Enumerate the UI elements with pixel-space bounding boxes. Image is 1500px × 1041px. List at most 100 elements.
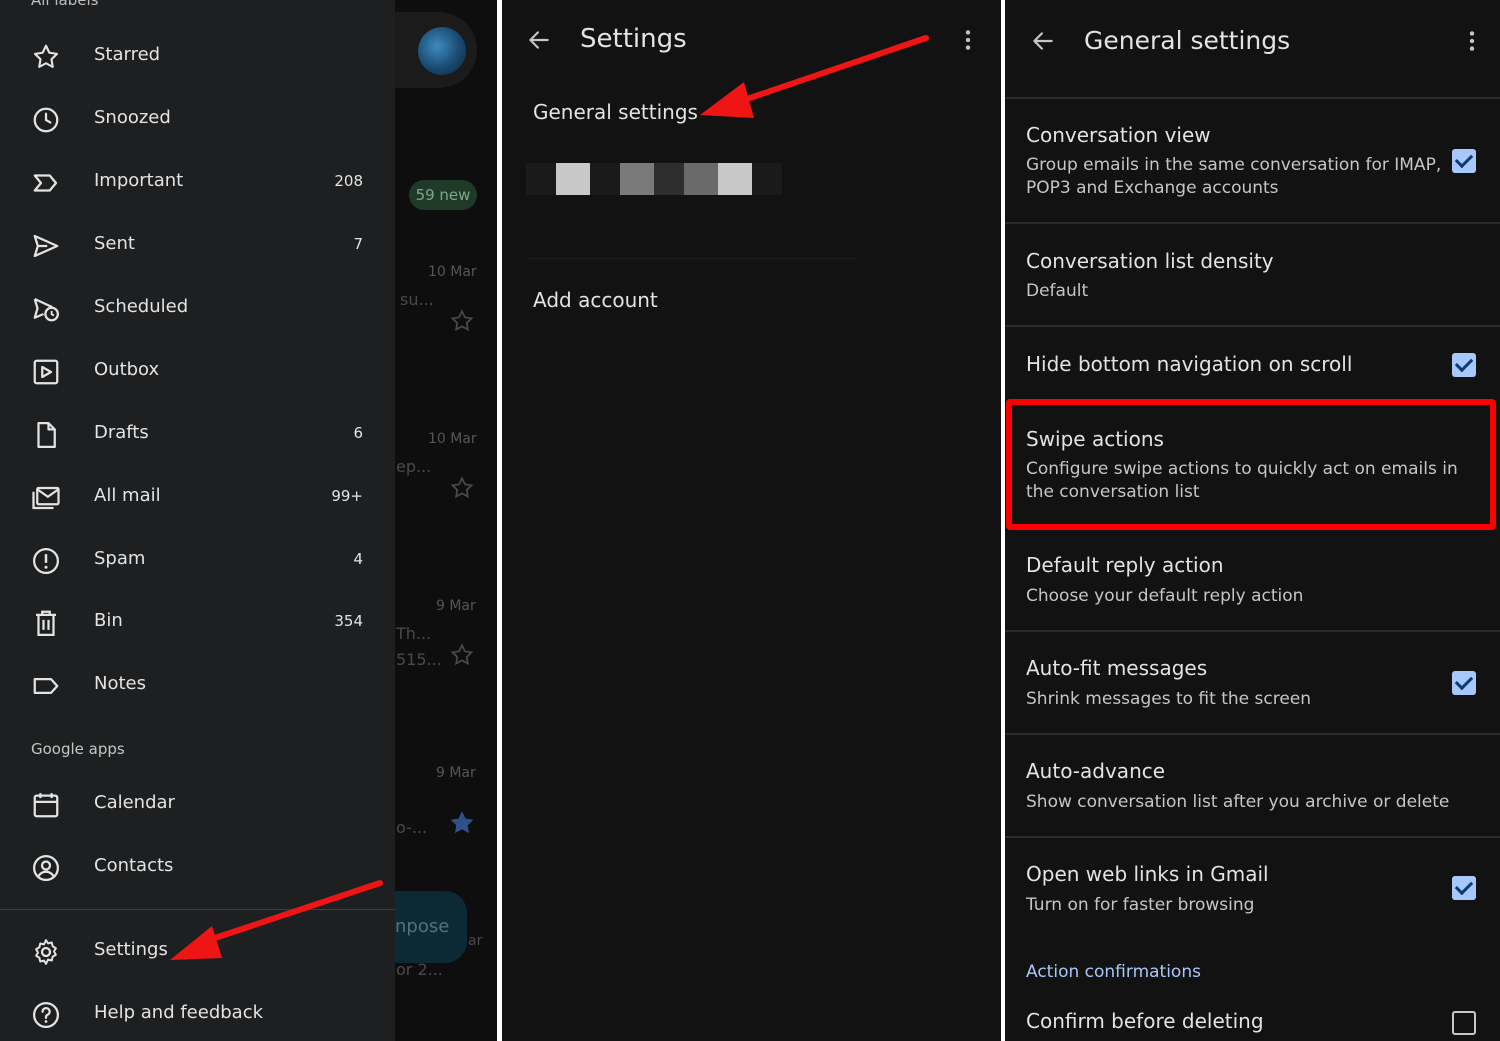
email-date: 9 Mar [436, 765, 476, 781]
important-icon [33, 174, 58, 192]
drawer-item-label: Spam [94, 548, 146, 569]
setting-title: Conversation list density [1026, 249, 1274, 273]
drawer-item-label: Snoozed [94, 107, 171, 128]
navigation-drawer: All labels Starred Snoozed Important 208… [0, 0, 395, 1041]
confirm-delete-checkbox[interactable] [1452, 1011, 1476, 1035]
setting-title: Confirm before deleting [1026, 1009, 1264, 1033]
drawer-item-label: Scheduled [94, 296, 189, 317]
annotation-arrow [700, 35, 929, 118]
setting-title: Hide bottom navigation on scroll [1026, 352, 1353, 376]
drawer-item-count: 354 [334, 612, 363, 630]
open-web-links-checkbox[interactable] [1452, 876, 1476, 900]
action-confirmations-heading: Action confirmations [1026, 962, 1201, 982]
drawer-item-starred[interactable]: Starred [0, 32, 395, 80]
drawer-item-sent[interactable]: Sent 7 [0, 221, 395, 269]
drawer-item-label: Settings [94, 939, 168, 960]
setting-default-reply-action[interactable]: Default reply action Choose your default… [1005, 530, 1500, 630]
email-date: 10 Mar [428, 431, 477, 447]
setting-open-web-links[interactable]: Open web links in Gmail Turn on for fast… [1005, 838, 1500, 938]
drawer-item-count: 7 [353, 235, 363, 253]
email-date: 9 Mar [436, 598, 476, 614]
drawer-item-label: Help and feedback [94, 1002, 264, 1023]
setting-title: Open web links in Gmail [1026, 862, 1269, 886]
setting-conversation-view[interactable]: Conversation view Group emails in the sa… [1005, 99, 1500, 222]
drawer-item-spam[interactable]: Spam 4 [0, 536, 395, 584]
gmail-drawer-panel: 59 new 10 Mar su... 10 Mar ep... 9 Mar T… [0, 0, 497, 1041]
drawer-item-settings[interactable]: Settings [0, 927, 395, 975]
more-vert-icon[interactable] [955, 27, 981, 53]
setting-title: Default reply action [1026, 553, 1224, 577]
email-snippet: ep... [396, 457, 432, 476]
hide-bottom-nav-checkbox[interactable] [1452, 353, 1476, 377]
drawer-item-label: Starred [94, 44, 161, 65]
drawer-item-label: Notes [94, 673, 146, 694]
settings-panel: Settings General settings Add account [502, 0, 1001, 1041]
spam-icon [33, 548, 59, 574]
setting-subtitle: Turn on for faster browsing [1026, 895, 1255, 915]
drawer-item-important[interactable]: Important 208 [0, 158, 395, 206]
drawer-item-count: 99+ [331, 487, 363, 505]
setting-conversation-list-density[interactable]: Conversation list density Default [1005, 224, 1500, 325]
help-icon [33, 1002, 59, 1028]
drawer-item-label: Bin [94, 610, 123, 631]
drawer-item-bin[interactable]: Bin 354 [0, 598, 395, 646]
setting-auto-fit-messages[interactable]: Auto-fit messages Shrink messages to fit… [1005, 632, 1500, 733]
setting-hide-bottom-navigation[interactable]: Hide bottom navigation on scroll [1005, 327, 1500, 399]
scheduled-icon [33, 297, 59, 322]
email-snippet: ar [468, 933, 483, 949]
all-mail-icon [32, 486, 60, 510]
star-icon[interactable] [449, 642, 475, 668]
back-arrow-icon[interactable] [1030, 28, 1056, 54]
drawer-item-contacts[interactable]: Contacts [0, 843, 395, 891]
drawer-item-scheduled[interactable]: Scheduled [0, 284, 395, 332]
email-date: 10 Mar [428, 264, 477, 280]
setting-title: Auto-fit messages [1026, 656, 1208, 680]
setting-subtitle: Show conversation list after you archive… [1026, 792, 1450, 812]
setting-confirm-before-deleting[interactable]: Confirm before deleting [1005, 992, 1500, 1041]
setting-subtitle: Group emails in the same conversation fo… [1026, 155, 1442, 198]
drawer-item-calendar[interactable]: Calendar [0, 780, 395, 828]
drawer-item-all-mail[interactable]: All mail 99+ [0, 473, 395, 521]
avatar[interactable] [418, 27, 466, 75]
more-vert-icon[interactable] [1459, 28, 1485, 54]
drawer-item-outbox[interactable]: Outbox [0, 347, 395, 395]
page-title: General settings [1084, 26, 1291, 55]
drawer-item-drafts[interactable]: Drafts 6 [0, 410, 395, 458]
compose-label: npose [395, 916, 450, 937]
drawer-item-label: Contacts [94, 855, 174, 876]
google-apps-heading: Google apps [31, 740, 125, 758]
starred-star-icon[interactable] [449, 810, 475, 836]
drawer-divider [0, 909, 395, 910]
setting-auto-advance[interactable]: Auto-advance Show conversation list afte… [1005, 735, 1500, 836]
drawer-item-label: All mail [94, 485, 161, 506]
auto-fit-checkbox[interactable] [1452, 671, 1476, 695]
drawer-item-help[interactable]: Help and feedback [0, 990, 395, 1038]
bin-icon [36, 610, 56, 636]
drawer-item-count: 4 [353, 550, 363, 568]
label-icon [33, 678, 59, 694]
add-account-item[interactable]: Add account [533, 288, 658, 312]
contacts-icon [33, 855, 59, 881]
all-labels-heading: All labels [31, 0, 99, 9]
drawer-item-notes[interactable]: Notes [0, 661, 395, 709]
email-snippet: or 2... [396, 960, 443, 979]
drawer-item-label: Sent [94, 233, 135, 254]
star-icon[interactable] [449, 475, 475, 501]
setting-title: Auto-advance [1026, 759, 1166, 783]
drawer-item-label: Important [94, 170, 184, 191]
drawer-item-count: 208 [334, 172, 363, 190]
compose-button[interactable]: npose [395, 891, 467, 963]
email-snippet: o-... [396, 818, 428, 837]
star-icon[interactable] [449, 308, 475, 334]
general-settings-item[interactable]: General settings [533, 100, 698, 124]
drawer-item-label: Outbox [94, 359, 160, 380]
conversation-view-checkbox[interactable] [1452, 149, 1476, 173]
setting-title: Conversation view [1026, 123, 1211, 147]
draft-icon [37, 422, 56, 448]
divider [526, 258, 856, 259]
page-title: Settings [580, 24, 687, 54]
new-mail-badge: 59 new [409, 180, 477, 210]
drawer-item-snoozed[interactable]: Snoozed [0, 95, 395, 143]
send-icon [33, 234, 59, 258]
back-arrow-icon[interactable] [526, 27, 552, 53]
